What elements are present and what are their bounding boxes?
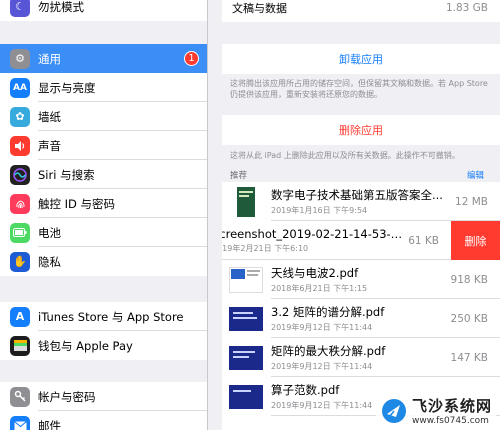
offload-app-label: 卸载应用 — [339, 53, 383, 66]
sidebar-item-label: Siri 与搜索 — [38, 167, 95, 182]
pdf-thumbnail — [229, 343, 263, 373]
offload-app-button[interactable]: 卸载应用 — [222, 44, 500, 74]
settings-sidebar: ☾ 勿扰模式 ⚙ 通用 1 AA 显示与亮度 ✿ 墙纸 声音 Siri 与搜索 … — [0, 0, 208, 430]
watermark-name: 飞沙系统网 — [411, 397, 492, 415]
sidebar-item-label: 显示与亮度 — [38, 80, 96, 95]
delete-app-label: 删除应用 — [339, 124, 383, 137]
documents-data-size: 1.83 GB — [445, 2, 488, 14]
watermark-url: www.fs0745.com — [411, 416, 489, 426]
sidebar-item-display[interactable]: AA 显示与亮度 — [0, 73, 207, 102]
sidebar-item-label: 勿扰模式 — [38, 0, 84, 14]
file-date: 2018年6月21日 下午1:15 — [271, 284, 368, 293]
sidebar-item-wallet[interactable]: 钱包与 Apple Pay — [0, 331, 207, 360]
sidebar-group-2: A iTunes Store 与 App Store 钱包与 Apple Pay — [0, 302, 207, 360]
notification-badge: 1 — [184, 51, 199, 66]
file-size: 12 MB — [455, 195, 488, 208]
file-name: 3.2 矩阵的谱分解.pdf — [271, 305, 385, 319]
sidebar-item-accounts[interactable]: 帐户与密码 — [0, 382, 207, 411]
sidebar-item-label: 隐私 — [38, 254, 61, 269]
text-size-icon: AA — [10, 77, 30, 98]
gear-icon: ⚙ — [10, 48, 30, 69]
siri-icon — [10, 164, 30, 185]
file-date: 2019年1月16日 下午9:54 — [271, 206, 368, 215]
book-cover-thumbnail — [229, 186, 263, 217]
sidebar-item-label: 帐户与密码 — [38, 389, 96, 404]
sidebar-item-label: 电池 — [38, 225, 61, 240]
sidebar-item-label: 触控 ID 与密码 — [38, 196, 116, 211]
hand-icon: ✋ — [10, 251, 30, 272]
list-item[interactable]: 3.2 矩阵的谱分解.pdf 2019年9月12日 下午11:44 250 KB — [222, 299, 500, 338]
sidebar-group-3: 帐户与密码 邮件 — [0, 382, 207, 430]
sidebar-group-top: ☾ 勿扰模式 — [0, 0, 207, 21]
file-size: 250 KB — [450, 312, 488, 325]
delete-app-note: 这将从此 iPad 上删除此应用以及所有关数据。此操作不可撤销。 — [230, 151, 460, 160]
pdf-thumbnail — [229, 265, 263, 295]
fingerprint-icon — [10, 193, 30, 214]
sidebar-item-wallpaper[interactable]: ✿ 墙纸 — [0, 102, 207, 131]
key-icon — [10, 386, 30, 407]
list-item[interactable]: 矩阵的最大秩分解.pdf 2019年9月12日 下午11:44 147 KB — [222, 338, 500, 377]
sidebar-group-1: ⚙ 通用 1 AA 显示与亮度 ✿ 墙纸 声音 Siri 与搜索 触控 ID 与… — [0, 44, 207, 276]
delete-row-button[interactable]: 删除 — [451, 221, 500, 260]
wallet-icon — [10, 335, 30, 356]
site-watermark: 飞沙系统网 www.fs0745.com — [375, 393, 496, 428]
flower-icon: ✿ — [10, 106, 30, 127]
app-store-icon: A — [10, 306, 30, 327]
sidebar-item-touch-id[interactable]: 触控 ID 与密码 — [0, 189, 207, 218]
sidebar-item-general[interactable]: ⚙ 通用 1 — [0, 44, 207, 73]
speaker-icon — [10, 135, 30, 156]
delete-app-button[interactable]: 删除应用 — [222, 115, 500, 145]
file-date: 2019年9月12日 下午11:44 — [271, 362, 373, 371]
sidebar-item-label: iTunes Store 与 App Store — [38, 309, 184, 324]
file-name: Screenshot_2019-02-21-14-53-1... — [222, 227, 403, 241]
file-date: 2019年9月12日 下午11:44 — [271, 323, 373, 332]
pdf-thumbnail — [229, 304, 263, 334]
sidebar-item-label: 声音 — [38, 138, 61, 153]
recommended-header: 推荐 — [230, 171, 248, 181]
swiped-row-content: Screenshot_2019-02-21-14-53-1... 2019年2月… — [222, 221, 451, 260]
battery-icon — [10, 222, 30, 243]
sidebar-item-sounds[interactable]: 声音 — [0, 131, 207, 160]
file-size: 918 KB — [450, 273, 488, 286]
sidebar-item-label: 墙纸 — [38, 109, 61, 124]
sidebar-item-privacy[interactable]: ✋ 隐私 — [0, 247, 207, 276]
sidebar-item-label: 钱包与 Apple Pay — [38, 338, 133, 353]
documents-data-label: 文稿与数据 — [232, 2, 287, 15]
documents-data-row: 文稿与数据 1.83 GB — [222, 0, 500, 22]
file-size: 147 KB — [450, 351, 488, 364]
list-item-swiped[interactable]: Screenshot_2019-02-21-14-53-1... 2019年2月… — [222, 221, 500, 260]
offload-app-note: 这将腾出该应用所占用的储存空间，但保留其文稿和数据。若 App Store 仍提… — [230, 79, 488, 99]
sidebar-item-app-store[interactable]: A iTunes Store 与 App Store — [0, 302, 207, 331]
mail-icon — [10, 415, 30, 430]
file-name: 天线与电波2.pdf — [271, 266, 359, 280]
sidebar-item-label: 通用 — [38, 51, 61, 66]
file-size: 61 KB — [408, 234, 439, 247]
list-item[interactable]: 天线与电波2.pdf 2018年6月21日 下午1:15 918 KB — [222, 260, 500, 299]
pdf-thumbnail — [229, 382, 263, 412]
moon-icon: ☾ — [10, 0, 30, 17]
sidebar-item-label: 邮件 — [38, 418, 61, 430]
sidebar-item-battery[interactable]: 电池 — [0, 218, 207, 247]
app-storage-detail: 文稿与数据 1.83 GB 卸载应用 这将腾出该应用所占用的储存空间，但保留其文… — [208, 0, 500, 430]
sidebar-item-mail[interactable]: 邮件 — [0, 411, 207, 430]
site-logo-icon — [381, 398, 406, 423]
sidebar-item-siri[interactable]: Siri 与搜索 — [0, 160, 207, 189]
list-item[interactable]: 数字电子技术基础第五版答案全... 2019年1月16日 下午9:54 12 M… — [222, 182, 500, 221]
file-name: 数字电子技术基础第五版答案全... — [271, 188, 443, 202]
file-date: 2019年2月21日 下午6:10 — [222, 244, 309, 253]
edit-button[interactable]: 编辑 — [467, 169, 484, 181]
file-name: 矩阵的最大秩分解.pdf — [271, 344, 386, 358]
sidebar-item-do-not-disturb[interactable]: ☾ 勿扰模式 — [0, 0, 207, 21]
